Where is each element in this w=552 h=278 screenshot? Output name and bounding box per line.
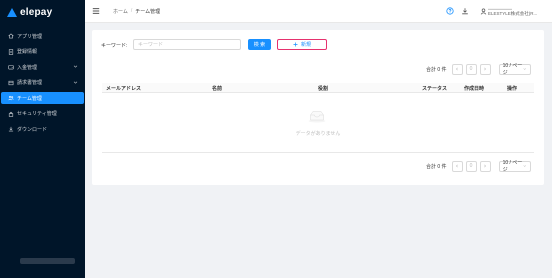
help-icon[interactable] (446, 7, 454, 15)
wallet-icon (8, 64, 14, 70)
user-menu[interactable]: ▬▬▬▬▬▬ ELESTYLE株式会社(R... (480, 6, 552, 18)
pagination-top: 合計 0 件 0 10 / ページ (426, 63, 531, 76)
column-header-actions: 操作 (507, 86, 518, 92)
sidebar-item-label: アプリ管理 (17, 33, 43, 40)
plus-icon (293, 42, 298, 47)
chevron-down-icon (73, 65, 78, 68)
new-member-button[interactable]: 新規 (277, 39, 327, 50)
prev-page-button[interactable] (451, 63, 463, 75)
column-header-name[interactable]: 名前 (212, 85, 222, 92)
page-size-value: 10 / ページ (502, 160, 523, 173)
next-page-button[interactable] (479, 160, 491, 172)
table-header: メールアドレス 名前 役割 ステータス 作成日時 操作 (102, 83, 534, 93)
file-icon (8, 48, 14, 55)
chevron-right-icon (484, 164, 487, 168)
top-header: ホーム / チーム管理 ▬▬▬▬▬▬ ELESTYLE株式会社(R... (85, 0, 552, 23)
empty-text: データがありません (295, 131, 341, 137)
column-header-email[interactable]: メールアドレス (106, 85, 141, 92)
page-size-value: 10 / ページ (502, 63, 523, 76)
sidebar-item-label: 登録情報 (17, 49, 38, 55)
sidebar-item-payment[interactable]: 入金管理 (1, 61, 84, 73)
page-number[interactable]: 0 (465, 160, 477, 172)
logo[interactable]: elepay (7, 6, 52, 18)
breadcrumb-separator: / (130, 8, 133, 14)
next-page-button[interactable] (479, 63, 491, 75)
pagination-bottom: 合計 0 件 0 10 / ページ (426, 160, 531, 173)
sidebar-item-app-management[interactable]: アプリ管理 (1, 30, 84, 42)
user-org: ELESTYLE株式会社(R... (488, 11, 538, 16)
logo-text: elepay (20, 6, 53, 18)
page-number[interactable]: 0 (465, 63, 477, 75)
keyword-input[interactable] (133, 39, 241, 50)
sidebar-item-security[interactable]: セキュリティ管理 (1, 108, 84, 120)
breadcrumb: ホーム / チーム管理 (113, 8, 160, 15)
new-button-label: 新規 (300, 42, 311, 48)
lock-icon (8, 111, 14, 117)
column-header-status[interactable]: ステータス (422, 85, 447, 92)
sidebar-item-label: セキュリティ管理 (17, 111, 57, 117)
sidebar-menu: アプリ管理 登録情報 入金管理 請求書管理 チーム管理 セキュリティ管理 ダウン… (0, 30, 85, 139)
sidebar-item-label: チーム管理 (17, 95, 42, 102)
home-icon (8, 33, 14, 39)
sidebar-item-team[interactable]: チーム管理 (1, 92, 84, 104)
invoice-icon (8, 80, 14, 86)
pagination-total: 合計 0 件 (426, 66, 447, 73)
chevron-down-icon (73, 81, 78, 84)
chevron-left-icon (456, 67, 458, 71)
sidebar-footer (20, 258, 75, 264)
page-size-select[interactable]: 10 / ページ (498, 63, 531, 76)
sidebar-item-invoice[interactable]: 請求書管理 (1, 77, 84, 89)
sidebar-item-registration[interactable]: 登録情報 (1, 46, 84, 58)
column-header-role[interactable]: 役割 (318, 85, 328, 92)
prev-page-button[interactable] (451, 160, 463, 172)
team-management-panel: キーワード: 検 索 新規 合計 0 件 0 10 / ページ メールアドレス … (92, 30, 544, 185)
chevron-right-icon (484, 67, 487, 71)
table-empty-state: データがありません (102, 93, 534, 153)
column-header-created-at[interactable]: 作成日時 (464, 85, 484, 92)
chevron-left-icon (456, 164, 458, 168)
pagination-total: 合計 0 件 (426, 163, 447, 170)
menu-toggle-icon[interactable] (92, 7, 100, 15)
sidebar-item-label: 請求書管理 (17, 80, 43, 86)
download-icon (8, 126, 14, 132)
breadcrumb-home[interactable]: ホーム (113, 8, 128, 15)
chevron-down-icon (523, 165, 527, 167)
keyword-label: キーワード: (101, 43, 128, 49)
sidebar-item-download[interactable]: ダウンロード (1, 123, 84, 135)
user-icon (480, 8, 487, 15)
breadcrumb-current: チーム管理 (135, 9, 161, 15)
empty-box-icon (308, 111, 326, 123)
search-button[interactable]: 検 索 (248, 39, 271, 50)
page-size-select[interactable]: 10 / ページ (498, 160, 531, 173)
download-icon[interactable] (461, 7, 469, 15)
chevron-down-icon (523, 68, 527, 70)
sidebar-item-label: 入金管理 (17, 64, 38, 71)
sidebar: elepay アプリ管理 登録情報 入金管理 請求書管理 チーム管理 セキュリテ… (0, 0, 85, 278)
team-table: メールアドレス 名前 役割 ステータス 作成日時 操作 データがありません (102, 83, 534, 153)
team-icon (8, 95, 14, 101)
sidebar-item-label: ダウンロード (17, 126, 48, 133)
logo-icon (7, 7, 17, 17)
